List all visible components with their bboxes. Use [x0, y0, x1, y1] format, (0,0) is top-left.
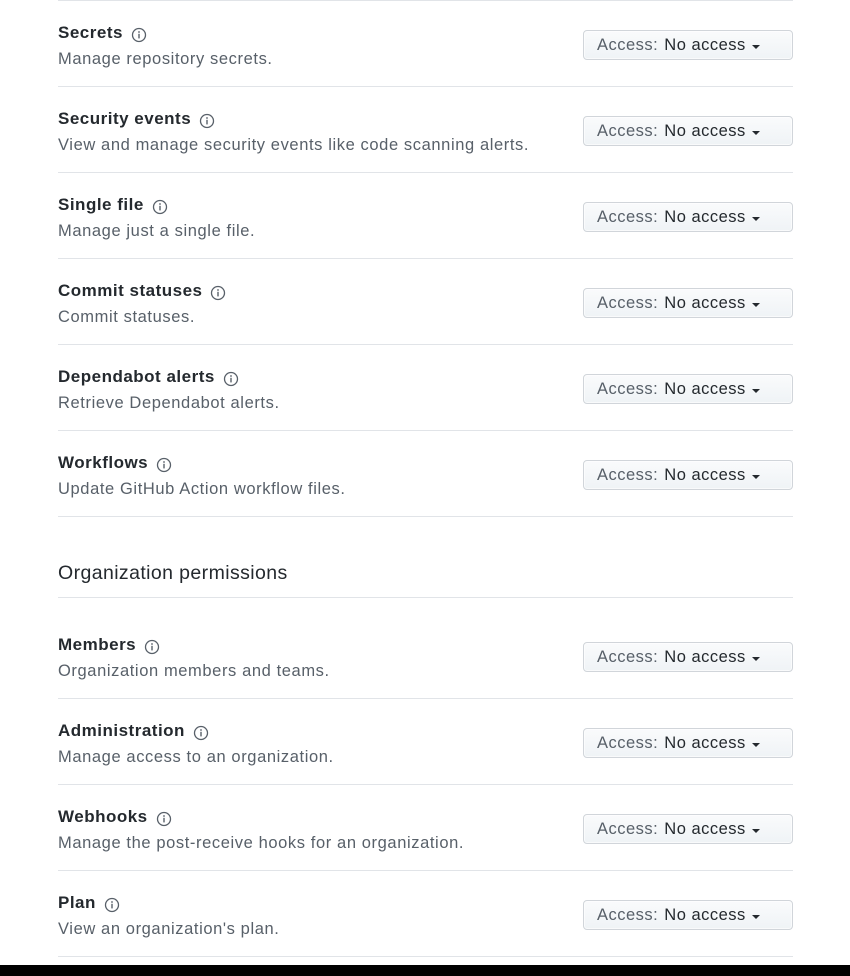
access-label: Access:	[597, 647, 659, 666]
permission-title: Members	[58, 635, 137, 654]
bottom-edge-bar	[0, 965, 850, 976]
caret-down-icon	[751, 216, 760, 221]
access-dropdown-button[interactable]: Access: No access	[583, 202, 793, 232]
access-label: Access:	[597, 819, 659, 838]
caret-down-icon	[751, 474, 760, 479]
access-value: No access	[664, 121, 746, 140]
info-icon[interactable]	[199, 113, 215, 129]
permission-description: Manage just a single file.	[58, 222, 256, 240]
access-dropdown-button[interactable]: Access: No access	[583, 460, 793, 490]
caret-down-icon	[751, 388, 760, 393]
permission-row-secrets: Secrets Manage repository secrets. Acces…	[58, 1, 793, 87]
permission-description: View an organization's plan.	[58, 920, 280, 938]
permission-title: Webhooks	[58, 807, 148, 826]
caret-down-icon	[751, 656, 760, 661]
access-dropdown-button[interactable]: Access: No access	[583, 814, 793, 844]
permission-title: Workflows	[58, 453, 149, 472]
permission-row-security-events: Security events View and manage security…	[58, 87, 793, 173]
info-icon[interactable]	[104, 897, 120, 913]
info-icon[interactable]	[210, 285, 226, 301]
access-dropdown-button[interactable]: Access: No access	[583, 374, 793, 404]
access-dropdown-button[interactable]: Access: No access	[583, 728, 793, 758]
permission-title: Secrets	[58, 23, 123, 42]
access-value: No access	[664, 905, 746, 924]
access-label: Access:	[597, 293, 659, 312]
permission-row-members: Members Organization members and teams. …	[58, 613, 793, 699]
caret-down-icon	[751, 742, 760, 747]
info-icon[interactable]	[131, 27, 147, 43]
permission-row-workflows: Workflows Update GitHub Action workflow …	[58, 431, 793, 517]
access-value: No access	[664, 819, 746, 838]
caret-down-icon	[751, 130, 760, 135]
access-label: Access:	[597, 121, 659, 140]
caret-down-icon	[751, 302, 760, 307]
access-label: Access:	[597, 35, 659, 54]
permission-description: View and manage security events like cod…	[58, 136, 530, 154]
section-heading: Organization permissions	[58, 562, 288, 584]
access-dropdown-button[interactable]: Access: No access	[583, 30, 793, 60]
access-value: No access	[664, 207, 746, 226]
permission-row-webhooks: Webhooks Manage the post-receive hooks f…	[58, 785, 793, 871]
access-value: No access	[664, 465, 746, 484]
access-value: No access	[664, 293, 746, 312]
caret-down-icon	[751, 914, 760, 919]
permission-row-single-file: Single file Manage just a single file. A…	[58, 173, 793, 259]
permission-description: Manage the post-receive hooks for an org…	[58, 834, 465, 852]
info-icon[interactable]	[223, 371, 239, 387]
permission-title: Commit statuses	[58, 281, 203, 300]
info-icon[interactable]	[156, 811, 172, 827]
permission-row-dependabot-alerts: Dependabot alerts Retrieve Dependabot al…	[58, 345, 793, 431]
permission-description: Commit statuses.	[58, 308, 196, 326]
access-value: No access	[664, 647, 746, 666]
caret-down-icon	[751, 828, 760, 833]
permission-title: Single file	[58, 195, 144, 214]
access-value: No access	[664, 379, 746, 398]
permission-description: Retrieve Dependabot alerts.	[58, 394, 280, 412]
access-dropdown-button[interactable]: Access: No access	[583, 900, 793, 930]
access-dropdown-button[interactable]: Access: No access	[583, 288, 793, 318]
access-label: Access:	[597, 465, 659, 484]
info-icon[interactable]	[156, 457, 172, 473]
permission-description: Organization members and teams.	[58, 662, 330, 680]
info-icon[interactable]	[144, 639, 160, 655]
permission-title: Plan	[58, 893, 96, 912]
permission-row-plan: Plan View an organization's plan. Access…	[58, 871, 793, 957]
info-icon[interactable]	[193, 725, 209, 741]
access-value: No access	[664, 35, 746, 54]
permission-row-commit-statuses: Commit statuses Commit statuses. Access:…	[58, 259, 793, 345]
access-label: Access:	[597, 207, 659, 226]
caret-down-icon	[751, 44, 760, 49]
permission-title: Dependabot alerts	[58, 367, 215, 386]
permission-row-administration: Administration Manage access to an organ…	[58, 699, 793, 785]
organization-permissions-section: Organization permissions	[58, 517, 793, 598]
access-dropdown-button[interactable]: Access: No access	[583, 116, 793, 146]
permission-title: Security events	[58, 109, 192, 128]
access-dropdown-button[interactable]: Access: No access	[583, 642, 793, 672]
access-label: Access:	[597, 733, 659, 752]
access-value: No access	[664, 733, 746, 752]
permission-description: Update GitHub Action workflow files.	[58, 480, 346, 498]
access-label: Access:	[597, 905, 659, 924]
permission-description: Manage access to an organization.	[58, 748, 334, 766]
info-icon[interactable]	[152, 199, 168, 215]
permission-description: Manage repository secrets.	[58, 50, 273, 68]
access-label: Access:	[597, 379, 659, 398]
permission-title: Administration	[58, 721, 185, 740]
